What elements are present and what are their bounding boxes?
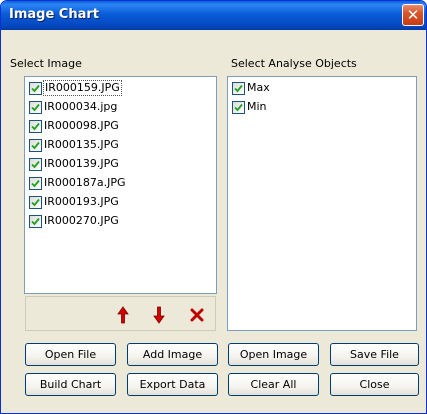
image-chart-dialog: Image Chart ✕ Select Image IR000159.JPG I… (0, 0, 427, 414)
checkmark-icon (234, 103, 243, 111)
close-icon: ✕ (406, 6, 420, 24)
image-list-item-label: IR000034.jpg (44, 100, 118, 113)
checkmark-icon (31, 160, 40, 168)
image-list-item-label: IR000098.JPG (44, 119, 119, 132)
analyse-objects-list[interactable]: Max Min (227, 76, 417, 331)
move-up-button[interactable] (114, 305, 132, 325)
list-order-toolbar (25, 296, 216, 331)
image-list-item[interactable]: IR000159.JPG (29, 80, 122, 96)
checkmark-icon (31, 217, 40, 225)
checkmark-icon (31, 179, 40, 187)
checkbox[interactable] (29, 100, 42, 114)
select-analyse-objects-label: Select Analyse Objects (231, 57, 357, 70)
image-list-item[interactable]: IR000098.JPG (29, 118, 119, 134)
open-image-button[interactable]: Open Image (228, 343, 319, 366)
checkbox[interactable] (29, 176, 42, 190)
image-list-item-label: IR000159.JPG (43, 80, 122, 96)
checkmark-icon (31, 84, 40, 92)
move-down-button[interactable] (150, 305, 168, 325)
red-down-arrow-icon (153, 306, 165, 324)
image-list-item[interactable]: IR000187a.JPG (29, 175, 126, 191)
remove-image-button[interactable] (188, 305, 206, 325)
checkbox[interactable] (29, 119, 42, 133)
red-up-arrow-icon (117, 306, 129, 324)
red-x-icon (190, 308, 204, 322)
title-bar[interactable]: Image Chart ✕ (1, 1, 426, 30)
export-data-button[interactable]: Export Data (127, 373, 218, 396)
analyse-object-item[interactable]: Min (232, 99, 267, 115)
checkbox[interactable] (29, 138, 42, 152)
checkmark-icon (31, 198, 40, 206)
image-list-item-label: IR000193.JPG (44, 195, 119, 208)
image-list-item-label: IR000270.JPG (44, 214, 119, 227)
checkmark-icon (234, 84, 243, 92)
checkmark-icon (31, 103, 40, 111)
image-list[interactable]: IR000159.JPG IR000034.jpg IR000098.JPG IR00… (24, 76, 217, 294)
open-file-button[interactable]: Open File (25, 343, 116, 366)
analyse-object-item-label: Max (247, 81, 270, 94)
clear-all-button[interactable]: Clear All (228, 373, 319, 396)
checkbox[interactable] (232, 81, 245, 95)
save-file-button[interactable]: Save File (330, 343, 419, 366)
checkbox[interactable] (29, 157, 42, 171)
image-list-item-label: IR000135.JPG (44, 138, 119, 151)
checkbox[interactable] (29, 81, 42, 95)
analyse-object-item[interactable]: Max (232, 80, 270, 96)
image-list-item-label: IR000187a.JPG (44, 176, 126, 189)
checkbox[interactable] (29, 195, 42, 209)
checkbox[interactable] (232, 100, 245, 114)
close-button[interactable]: Close (330, 373, 419, 396)
image-list-item[interactable]: IR000270.JPG (29, 213, 119, 229)
select-image-label: Select Image (10, 57, 82, 70)
image-list-item[interactable]: IR000034.jpg (29, 99, 117, 115)
add-image-button[interactable]: Add Image (127, 343, 218, 366)
image-list-item-label: IR000139.JPG (44, 157, 119, 170)
build-chart-button[interactable]: Build Chart (25, 373, 116, 396)
window-title: Image Chart (9, 7, 99, 22)
checkmark-icon (31, 122, 40, 130)
image-list-item[interactable]: IR000135.JPG (29, 137, 119, 153)
close-window-button[interactable]: ✕ (402, 4, 424, 26)
checkbox[interactable] (29, 214, 42, 228)
checkmark-icon (31, 141, 40, 149)
image-list-item[interactable]: IR000193.JPG (29, 194, 119, 210)
image-list-item[interactable]: IR000139.JPG (29, 156, 119, 172)
analyse-object-item-label: Min (247, 100, 267, 113)
